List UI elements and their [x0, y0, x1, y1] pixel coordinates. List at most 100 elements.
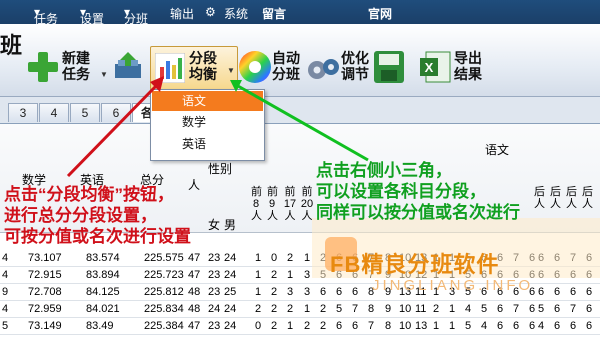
table-cell-count: 10	[399, 303, 412, 315]
table-cell-a: 47	[188, 320, 201, 332]
menu-settings[interactable]: 设置 ▾	[80, 5, 104, 26]
tab-6[interactable]: 6	[101, 103, 131, 122]
table-cell-count: 10	[399, 320, 412, 332]
vheader-bottom-1: 后人	[534, 186, 545, 210]
table-cell-count: 4	[464, 303, 472, 315]
tab-strip: 3 4 5 6 各	[0, 97, 600, 124]
vheader-top9: 前9人	[267, 186, 278, 222]
segment-balance-dropdown-arrow[interactable]: ▼	[227, 66, 235, 75]
dropdown-item-chinese[interactable]: 语文	[152, 91, 263, 111]
table-cell-count: 8	[384, 320, 392, 332]
table-cell-bottom: 6	[585, 303, 593, 315]
table-cell-count: 2	[319, 320, 327, 332]
color-wheel-icon	[239, 51, 271, 83]
green-note-line-3: 同样可以按分值或名次进行	[316, 203, 520, 222]
table-cell-a: 48	[188, 303, 201, 315]
table-cell-bottom: 6	[569, 320, 577, 332]
new-task-dropdown-arrow[interactable]: ▼	[100, 70, 108, 79]
import-button[interactable]	[112, 52, 146, 84]
red-note-line-2: 进行总分分段设置，	[4, 206, 157, 225]
table-cell-a: 47	[188, 269, 201, 281]
bar-chart-icon	[155, 53, 185, 83]
export-button[interactable]: X 导出 结果	[418, 46, 496, 88]
table-cell-count: 6	[319, 286, 327, 298]
table-cell-eng: 83.49	[86, 320, 114, 332]
segment-balance-label-2: 均衡	[189, 66, 217, 82]
table-cell-count: 1	[286, 320, 294, 332]
table-cell-count: 6	[351, 286, 359, 298]
save-button[interactable]	[373, 50, 407, 86]
table-cell-count: 3	[303, 269, 311, 281]
table-cell-eng: 83.894	[86, 269, 120, 281]
table-cell-count: 1	[448, 320, 456, 332]
table-cell-id: 5	[2, 320, 9, 332]
green-note-line-2: 可以设置各科目分段，	[316, 182, 486, 201]
table-cell-total: 225.812	[144, 286, 184, 298]
table-cell-count: 6	[351, 320, 359, 332]
menu-classes[interactable]: 分班 ▾	[124, 5, 148, 26]
optimize-label-2: 调节	[341, 66, 369, 82]
menu-output[interactable]: 输出	[170, 5, 194, 22]
table-cell-math: 73.149	[28, 320, 62, 332]
auto-class-label-1: 自动	[272, 50, 300, 66]
table-row[interactable]: 5 73.149 83.49 225.384 47 23 24 0 2 1 2 2 6 6 7 8 10 13 1 1…	[0, 319, 600, 335]
table-cell-count: 5	[480, 303, 488, 315]
table-cell-c: 24	[224, 320, 237, 332]
table-cell-count: 1	[432, 320, 440, 332]
table-cell-total: 225.834	[144, 303, 184, 315]
table-cell-bottom: 6	[537, 286, 545, 298]
menu-system[interactable]: 系统	[224, 5, 248, 22]
table-cell-c: 24	[224, 303, 237, 315]
table-cell-count: 1	[286, 269, 294, 281]
table-cell-bottom: 6	[585, 286, 593, 298]
table-cell-a: 48	[188, 286, 201, 298]
table-cell-count: 2	[303, 320, 311, 332]
table-cell-total: 225.384	[144, 320, 184, 332]
vheader-bottom-2: 后人	[550, 186, 561, 210]
header-chinese: 语文	[485, 143, 510, 157]
menu-task[interactable]: 任务 ▾	[34, 5, 58, 26]
excel-export-icon: X	[420, 51, 451, 83]
menu-website[interactable]: 官网	[368, 5, 392, 22]
table-cell-count: 2	[286, 252, 294, 264]
new-task-label-2: 任务	[62, 66, 90, 82]
table-row[interactable]: 4 72.959 84.021 225.834 48 24 24 2 2 2 1 2 5 7 8 9 10 11 2…	[0, 302, 600, 318]
table-cell-id: 4	[2, 252, 9, 264]
new-task-button[interactable]: 新建 任务 ▼	[26, 46, 108, 88]
new-task-label-1: 新建	[62, 50, 90, 66]
table-cell-count: 3	[303, 286, 311, 298]
tab-3[interactable]: 3	[8, 103, 38, 122]
gears-icon	[308, 59, 339, 79]
table-cell-count: 2	[254, 303, 262, 315]
tab-5[interactable]: 5	[70, 103, 100, 122]
optimize-label-1: 优化	[341, 50, 369, 66]
vheader-bottom-3: 后人	[566, 186, 577, 210]
menu-message[interactable]: 留言	[262, 5, 286, 22]
table-cell-count: 2	[270, 286, 278, 298]
table-cell-id: 9	[2, 286, 9, 298]
header-gender: 性别	[208, 162, 233, 176]
table-cell-c: 24	[224, 252, 237, 264]
table-cell-math: 72.915	[28, 269, 62, 281]
export-label-2: 结果	[454, 66, 482, 82]
tab-4[interactable]: 4	[39, 103, 69, 122]
dropdown-item-math[interactable]: 数学	[152, 112, 263, 132]
table-cell-bottom: 6	[569, 286, 577, 298]
svg-text:X: X	[425, 60, 434, 75]
table-cell-count: 1	[448, 303, 456, 315]
table-cell-total: 225.575	[144, 252, 184, 264]
table-cell-count: 8	[367, 303, 375, 315]
table-cell-c: 24	[224, 269, 237, 281]
header-male: 男	[224, 218, 237, 232]
import-icon	[115, 52, 141, 78]
header-female: 女	[208, 218, 221, 232]
optimize-button[interactable]: 优化 调节	[307, 46, 377, 88]
auto-class-button[interactable]: 自动 分班	[238, 46, 306, 88]
table-cell-bottom: 6	[553, 286, 561, 298]
segment-balance-button[interactable]: 分段 均衡	[150, 46, 238, 90]
table-cell-count: 7	[351, 303, 359, 315]
table-cell-b: 23	[208, 320, 221, 332]
header-ren: 人	[188, 178, 201, 192]
dropdown-item-english[interactable]: 英语	[152, 134, 263, 154]
table-cell-count: 7	[512, 303, 520, 315]
